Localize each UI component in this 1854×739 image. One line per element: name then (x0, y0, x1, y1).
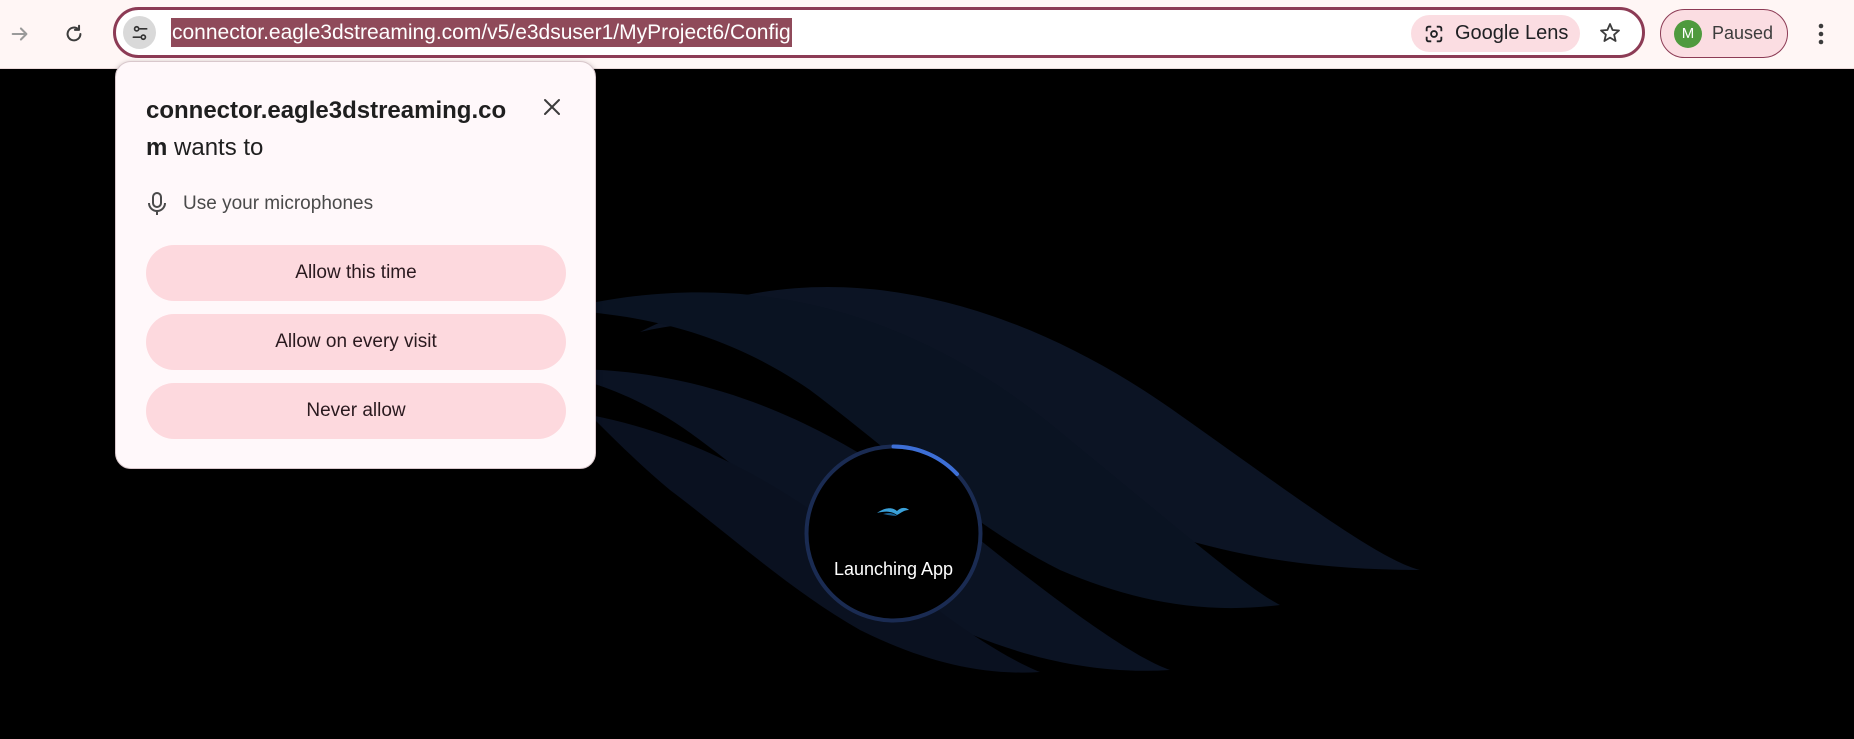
arrow-forward-icon (11, 27, 28, 41)
never-allow-button[interactable]: Never allow (146, 383, 566, 439)
browser-toolbar: connector.eagle3dstreaming.com/v5/e3dsus… (0, 0, 1854, 69)
prompt-suffix: wants to (167, 134, 264, 161)
reload-button[interactable] (54, 14, 94, 54)
site-info-button[interactable] (123, 16, 156, 49)
tune-icon (132, 25, 147, 40)
permission-prompt-title: connector.eagle3dstreaming.com wants to (146, 92, 516, 166)
url-text[interactable]: connector.eagle3dstreaming.com/v5/e3dsus… (171, 18, 792, 47)
forward-button[interactable] (0, 14, 40, 54)
permission-item: Use your microphones (146, 189, 373, 219)
bookmark-button[interactable] (1593, 16, 1627, 50)
eagle-logo-icon (877, 507, 909, 516)
kebab-menu-icon (1818, 23, 1824, 45)
profile-status: Paused (1712, 23, 1774, 43)
permission-label: Use your microphones (183, 193, 374, 214)
browser-menu-button[interactable] (1806, 14, 1836, 54)
launch-loader: Launching App (803, 443, 984, 624)
close-icon (544, 99, 560, 115)
star-icon (1600, 23, 1620, 42)
microphone-icon (148, 192, 166, 215)
allow-every-visit-button[interactable]: Allow on every visit (146, 314, 566, 370)
address-bar[interactable]: connector.eagle3dstreaming.com/v5/e3dsus… (113, 7, 1645, 58)
loading-label: Launching App (833, 559, 954, 579)
close-button[interactable] (537, 92, 567, 122)
avatar: M (1674, 19, 1702, 48)
google-lens-icon (1425, 25, 1443, 42)
allow-this-time-button[interactable]: Allow this time (146, 245, 566, 301)
loading-ring-graphic (804, 444, 983, 623)
google-lens-label: Google Lens (1455, 22, 1569, 44)
google-lens-button[interactable]: Google Lens (1411, 15, 1580, 52)
profile-button[interactable]: M Paused (1660, 9, 1788, 58)
permission-prompt: connector.eagle3dstreaming.com wants to … (115, 61, 596, 469)
reload-icon (66, 24, 82, 42)
